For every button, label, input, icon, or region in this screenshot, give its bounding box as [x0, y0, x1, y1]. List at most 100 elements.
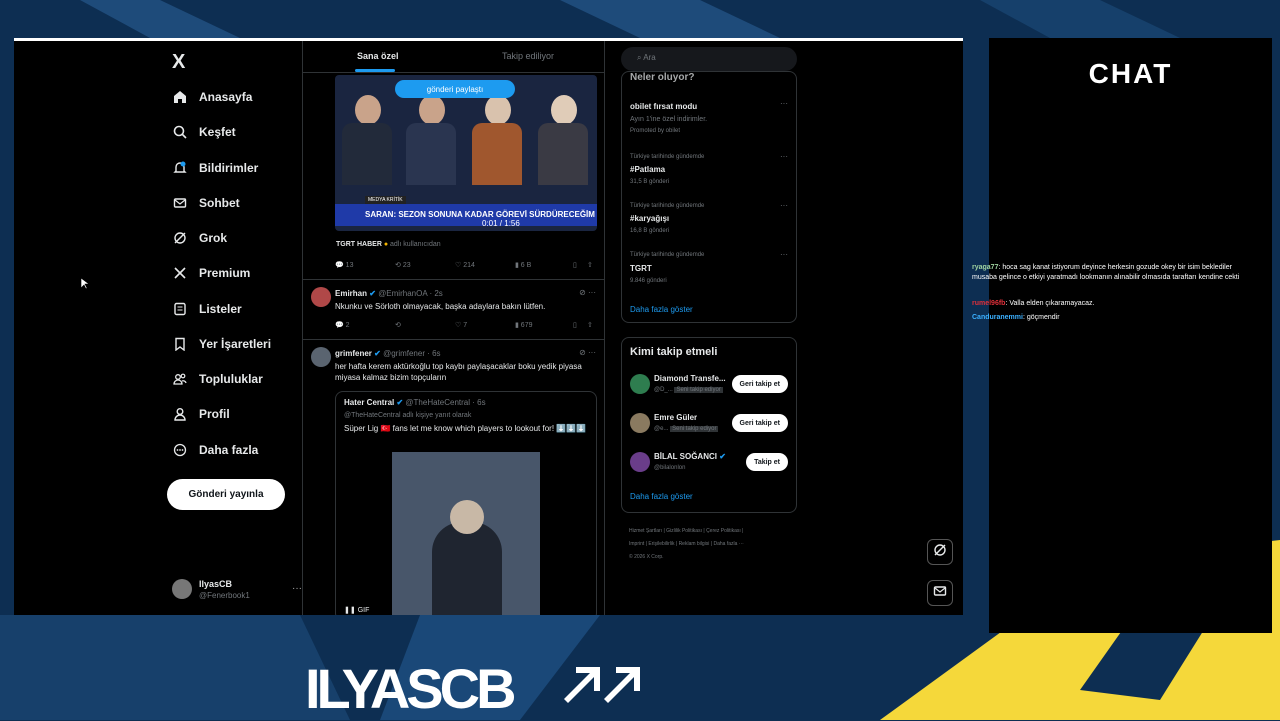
trend-count: Ayın 1'ine özel indirimler. [630, 116, 708, 123]
pause-icon[interactable]: ❚❚ [344, 607, 356, 614]
suggestion-handle: @bilalonlon [654, 465, 686, 471]
follow-back-button[interactable]: Geri takip et [731, 375, 788, 393]
show-more-link[interactable]: Daha fazla göster [630, 305, 693, 314]
nav-item-profile[interactable]: Profil [172, 402, 230, 426]
messages-button[interactable] [927, 580, 953, 606]
quote-text: Süper Lig 🇹🇷 fans let me know which play… [344, 424, 587, 433]
search-placeholder: Ara [643, 53, 656, 62]
footer-link[interactable]: Gizlilik Politikası [666, 528, 702, 534]
footer-link[interactable]: Çerez Politikası [706, 528, 741, 534]
brand-logo: ILYASCB [305, 657, 517, 720]
video-source[interactable]: TGRT HABER ● adlı kullanıcıdan [336, 241, 441, 248]
grok-button[interactable] [927, 539, 953, 565]
right-sidebar: ⌕ Ara Neler oluyor? obilet fırsat modu A… [621, 41, 805, 615]
quote-gif[interactable] [392, 452, 540, 615]
search-input[interactable]: ⌕ Ara [621, 47, 797, 71]
follow-back-button[interactable]: Geri takip et [731, 414, 788, 432]
account-switcher[interactable]: IlyasCB @Fenerbook1 ··· [172, 577, 302, 605]
like-button[interactable]: ♡ 7 [455, 321, 467, 329]
more-icon[interactable]: ··· [780, 250, 788, 259]
repost-button[interactable]: ⟲ [395, 321, 401, 329]
footer-links: Hizmet Şartları | Gizlilik Politikası | … [629, 528, 744, 560]
share-icon[interactable]: ⇧ [587, 261, 593, 269]
x-logo[interactable]: X [172, 51, 185, 74]
author-handle: @grimfener · 6s [383, 349, 441, 358]
nav-item-bookmarks[interactable]: Yer İşaretleri [172, 332, 271, 356]
post-button[interactable]: Gönderi yayınla [167, 479, 285, 510]
video-player[interactable]: gönderi paylaştı MEDYA KRİTİK SARAN: SEZ… [335, 75, 597, 231]
stream-chat-panel: CHAT ryaga77: hoca sag kanat istiyorum d… [972, 38, 1272, 633]
nav-item-more[interactable]: Daha fazla [172, 438, 258, 462]
follow-button[interactable]: Takip et [746, 453, 788, 471]
more-icon[interactable]: ··· [780, 152, 788, 161]
like-button[interactable]: ♡ 214 [455, 261, 475, 269]
nav-item-notifications[interactable]: Bildirimler [172, 156, 258, 180]
repost-button[interactable]: ⟲ 23 [395, 261, 411, 269]
who-to-follow-title: Kimi takip etmeli [630, 346, 718, 358]
avatar [172, 579, 192, 599]
post-author[interactable]: Emirhan ✔ @EmirhanOA · 2s [335, 289, 443, 298]
tab-for-you[interactable]: Sana özel [357, 51, 399, 61]
quoted-post[interactable]: Hater Central ✔ @TheHateCentral · 6s @Th… [335, 391, 597, 615]
more-icon[interactable]: ··· [780, 201, 788, 210]
reply-button[interactable]: 💬 2 [335, 321, 350, 329]
show-more-link[interactable]: Daha fazla göster [630, 492, 693, 501]
video-source-suffix: adlı kullanıcıdan [390, 241, 441, 248]
avatar [630, 452, 650, 472]
post-actions: 💬 13 ⟲ 23 ♡ 214 ▮ 6 B ▯ ⇧ [335, 261, 597, 273]
verified-icon: ✔ [374, 349, 381, 358]
tab-following[interactable]: Takip ediliyor [502, 51, 554, 61]
suggestion-name: Diamond Transfe... [654, 374, 726, 383]
chat-text: : Valla elden çıkaramayacaz. [1005, 300, 1095, 307]
post-text: her hafta kerem aktürkoğlu top kaybı pay… [335, 362, 582, 382]
bookmark-icon[interactable]: ▯ [573, 321, 577, 329]
trends-title: Neler oluyor? [630, 72, 695, 83]
search-icon: ⌕ [637, 53, 642, 62]
quote-author: Hater Central ✔ @TheHateCentral · 6s [344, 398, 486, 407]
nav-item-grok[interactable]: Grok [172, 226, 227, 250]
more-icon[interactable]: ··· [780, 99, 788, 108]
more-icon[interactable]: ⊘ ··· [579, 348, 596, 357]
post-author[interactable]: grimfener ✔ @grimfener · 6s [335, 349, 441, 358]
nav-label: Keşfet [199, 125, 236, 139]
trend-count: 31,5 B gönderi [630, 179, 670, 185]
nav-item-messages[interactable]: Sohbet [172, 191, 240, 215]
more-icon[interactable]: ··· [292, 583, 302, 594]
post[interactable]: grimfener ✔ @grimfener · 6s ⊘ ··· her ha… [303, 345, 604, 385]
who-to-follow-card: Kimi takip etmeli Diamond Transfe... @D_… [621, 337, 797, 513]
share-icon[interactable]: ⇧ [587, 321, 593, 329]
nav-label: Grok [199, 231, 228, 245]
nav-label: Daha fazla [199, 443, 259, 457]
chat-username: ryaga77 [972, 264, 999, 271]
avatar [311, 347, 331, 367]
trend-promo: Promoted by obilet [630, 128, 681, 134]
nav-item-communities[interactable]: Topluluklar [172, 367, 263, 391]
footer-link[interactable]: Erişilebilirlik [648, 541, 674, 547]
footer-link[interactable]: Hizmet Şartları [629, 528, 662, 534]
gif-person-head [450, 500, 484, 534]
views-button[interactable]: ▮ 679 [515, 321, 532, 329]
views-button[interactable]: ▮ 6 B [515, 261, 531, 269]
nav-label: Anasayfa [199, 90, 253, 104]
nav-item-explore[interactable]: Keşfet [172, 120, 236, 144]
more-icon[interactable]: ⊘ ··· [579, 288, 596, 297]
nav-item-lists[interactable]: Listeler [172, 297, 242, 321]
trend-name: TGRT [630, 264, 652, 273]
new-posts-pill[interactable]: gönderi paylaştı [395, 80, 515, 98]
bookmark-icon[interactable]: ▯ [573, 261, 577, 269]
suggestion-handle: @D_... Seni takip ediyor [654, 387, 723, 393]
post[interactable]: Emirhan ✔ @EmirhanOA · 2s ⊘ ··· Nkunku v… [303, 285, 604, 341]
suggestion-handle: @e... Seni takip ediyor [654, 426, 719, 432]
trend-name: #karyağışı [630, 214, 670, 223]
footer-link[interactable]: Reklam bilgisi [679, 541, 710, 547]
nav-item-home[interactable]: Anasayfa [172, 85, 252, 109]
copyright: © 2026 X Corp. [629, 554, 664, 560]
timeline-tabs: Sana özel Takip ediliyor [303, 41, 604, 73]
footer-link[interactable]: Daha fazla ··· [713, 541, 743, 547]
nav-label: Topluluklar [199, 372, 263, 386]
footer-link[interactable]: Imprint [629, 541, 644, 547]
trends-card: Neler oluyor? obilet fırsat modu Ayın 1'… [621, 71, 797, 323]
nav-item-premium[interactable]: Premium [172, 261, 250, 285]
nav-label: Profil [199, 407, 230, 421]
reply-button[interactable]: 💬 13 [335, 261, 353, 269]
